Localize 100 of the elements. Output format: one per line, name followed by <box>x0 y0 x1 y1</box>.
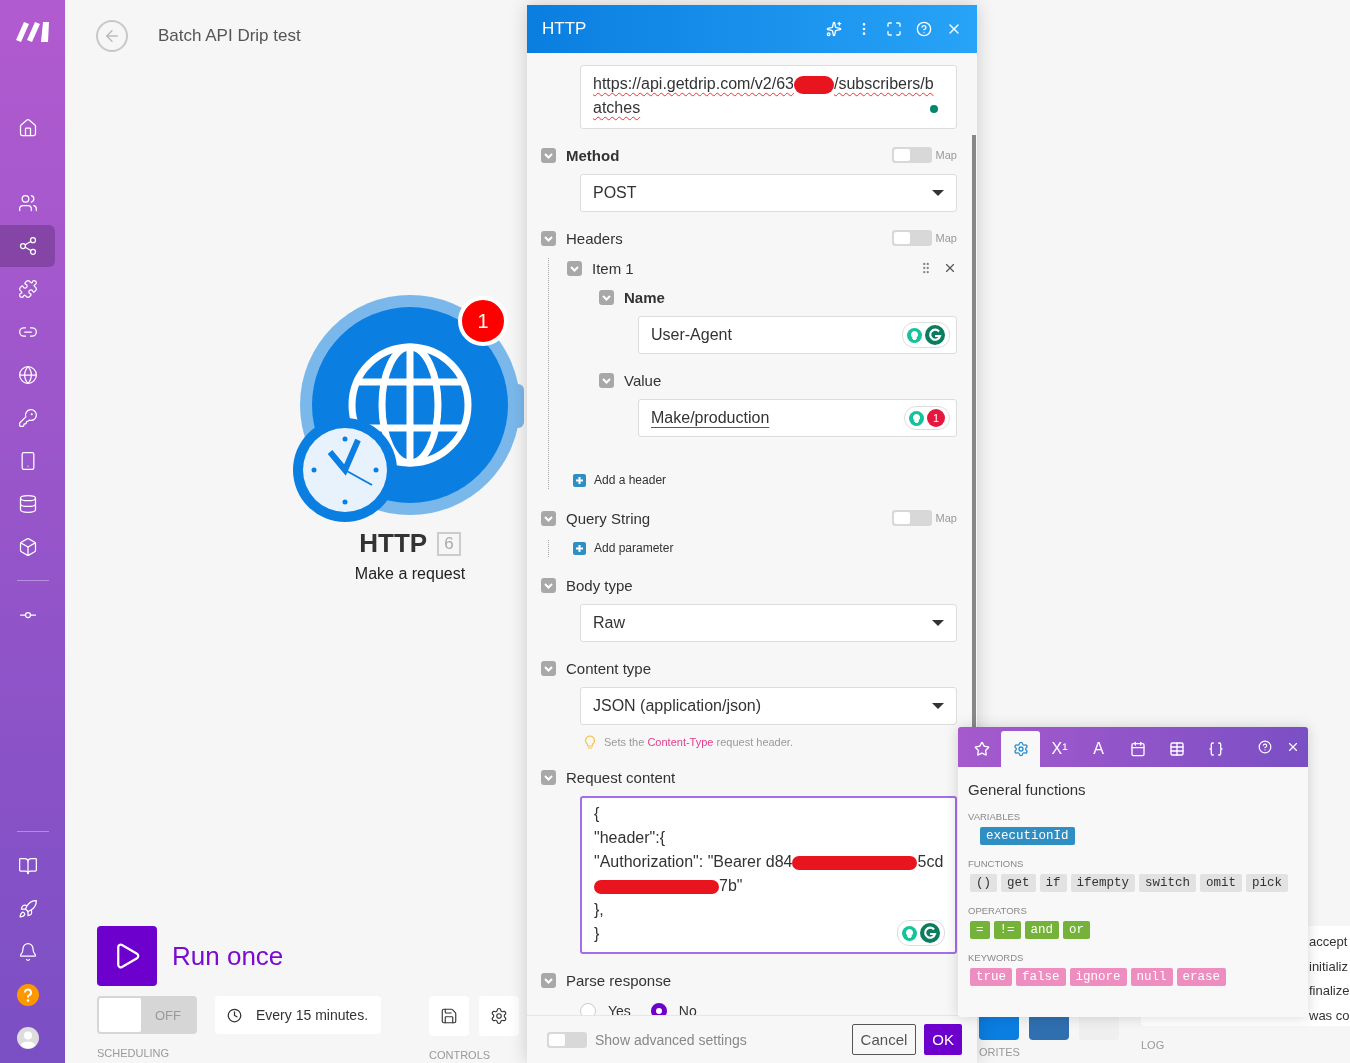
map-label: Map <box>935 149 957 161</box>
code-field[interactable]: { "header":{ "Authorization": "Bearer d84 5cd 7b" }, } <box>580 796 957 954</box>
field-label: Name <box>624 288 665 306</box>
ok-button[interactable]: OK <box>924 1024 962 1055</box>
log-message: was co <box>1309 1006 1350 1025</box>
collapse-toggle[interactable] <box>541 972 556 988</box>
collapse-toggle[interactable] <box>541 147 556 163</box>
select-field[interactable]: JSON (application/json) <box>580 687 957 725</box>
braces-icon <box>1207 741 1224 757</box>
collapse-toggle[interactable] <box>567 260 582 276</box>
field-label: Parse response <box>566 971 672 989</box>
log-message: initializ <box>1309 957 1348 976</box>
panel-tab[interactable] <box>1001 731 1040 767</box>
star-icon <box>973 741 990 757</box>
run-once-label[interactable]: Run once <box>172 940 284 972</box>
select-field[interactable]: POST <box>580 174 957 212</box>
add-link[interactable]: Add parameter <box>594 541 674 555</box>
field-label: Query String <box>566 509 651 527</box>
function-chip[interactable]: omit <box>1200 874 1243 892</box>
lightbulb-icon <box>902 925 917 941</box>
hint-text: Sets the Content-Type request header. <box>604 736 793 748</box>
text-field[interactable]: User-Agent <box>638 316 957 354</box>
group-label: KEYWORDS <box>968 952 1025 963</box>
globe-icon <box>17 365 38 385</box>
help-icon[interactable] <box>916 21 932 37</box>
module-name: HTTP <box>359 528 428 559</box>
function-chip[interactable]: () <box>970 874 997 892</box>
database-icon <box>17 494 38 514</box>
g-logo-icon <box>925 325 945 345</box>
collapse-toggle[interactable] <box>599 372 614 388</box>
map-toggle[interactable] <box>891 147 932 163</box>
collapse-toggle[interactable] <box>599 289 614 305</box>
module-action: Make a request <box>354 565 466 583</box>
function-chip[interactable]: if <box>1039 874 1067 892</box>
function-chip[interactable]: switch <box>1139 874 1197 892</box>
writing-assistant-widget[interactable] <box>897 920 945 946</box>
caret-icon <box>932 703 944 709</box>
collapse-toggle[interactable] <box>541 510 556 526</box>
collapse-toggle[interactable] <box>541 660 556 676</box>
collapse-toggle[interactable] <box>541 230 556 246</box>
settings-button[interactable] <box>479 996 519 1036</box>
map-toggle[interactable] <box>891 510 932 526</box>
field-label: Body type <box>566 576 633 594</box>
close-icon[interactable] <box>943 261 957 275</box>
book-icon <box>17 856 38 876</box>
collapse-toggle[interactable] <box>541 769 556 785</box>
map-toggle[interactable] <box>891 230 932 246</box>
function-chip[interactable]: pick <box>1246 874 1289 892</box>
writing-assistant-widget[interactable] <box>902 322 950 348</box>
text-field[interactable]: Make/production 1 <box>638 399 957 437</box>
radio-button[interactable] <box>650 1003 667 1015</box>
field-label: Headers <box>566 229 623 247</box>
settings-icon <box>490 1007 508 1025</box>
url-field[interactable]: https://api.getdrip.com/v2/63 /subscribers/b atches <box>580 65 957 129</box>
lightbulb-icon <box>907 327 922 343</box>
cancel-button[interactable]: Cancel <box>851 1024 917 1055</box>
advanced-toggle[interactable] <box>547 1031 587 1048</box>
map-label: Map <box>935 512 957 524</box>
home-icon <box>17 118 38 138</box>
clock-icon <box>227 1007 242 1023</box>
field-label: Request content <box>566 768 676 786</box>
add-link[interactable]: Add a header <box>594 473 667 487</box>
select-field[interactable]: Raw <box>580 604 957 642</box>
item-label: Item 1 <box>592 259 634 277</box>
cube-icon <box>17 537 38 557</box>
log-message: accept <box>1309 933 1348 951</box>
share-icon <box>17 236 38 256</box>
sparkle-icon[interactable] <box>826 21 842 37</box>
status-dot <box>930 105 938 113</box>
error-badge: 1 <box>458 296 508 346</box>
schedule-button[interactable]: Every 15 minutes. <box>215 996 381 1034</box>
sidebar-item[interactable] <box>0 225 55 267</box>
help-icon[interactable] <box>1258 740 1272 754</box>
puzzle-icon <box>17 279 38 299</box>
group-label: FUNCTIONS <box>968 858 1025 869</box>
run-once-button[interactable] <box>97 926 157 986</box>
close-icon[interactable] <box>1286 740 1300 754</box>
save-button[interactable] <box>429 996 469 1036</box>
function-chip[interactable]: ifempty <box>1070 874 1136 892</box>
caret-icon <box>932 190 944 196</box>
avatar-icon <box>16 1027 39 1049</box>
map-label: Map <box>935 232 957 244</box>
panel-tab[interactable]: X¹ <box>1040 731 1079 767</box>
key-icon <box>17 408 38 428</box>
issue-count: 1 <box>927 409 945 427</box>
function-chip[interactable]: executionId <box>980 827 1075 845</box>
function-chip[interactable]: get <box>1001 874 1036 892</box>
writing-assistant-widget[interactable]: 1 <box>904 406 950 430</box>
module-id: 6 <box>437 531 461 556</box>
dialog-title: HTTP <box>542 19 588 39</box>
collapse-toggle[interactable] <box>541 577 556 593</box>
panel-tab[interactable]: A <box>1079 731 1118 767</box>
section-label: LOG <box>1141 1039 1166 1051</box>
settings-icon <box>1012 741 1029 757</box>
field-label: Content type <box>566 659 652 677</box>
expand-icon[interactable] <box>886 21 902 37</box>
advanced-label: Show advanced settings <box>595 1031 748 1048</box>
section-label: CONTROLS <box>429 1049 492 1061</box>
save-icon <box>440 1007 458 1025</box>
g-logo-icon <box>920 923 940 943</box>
